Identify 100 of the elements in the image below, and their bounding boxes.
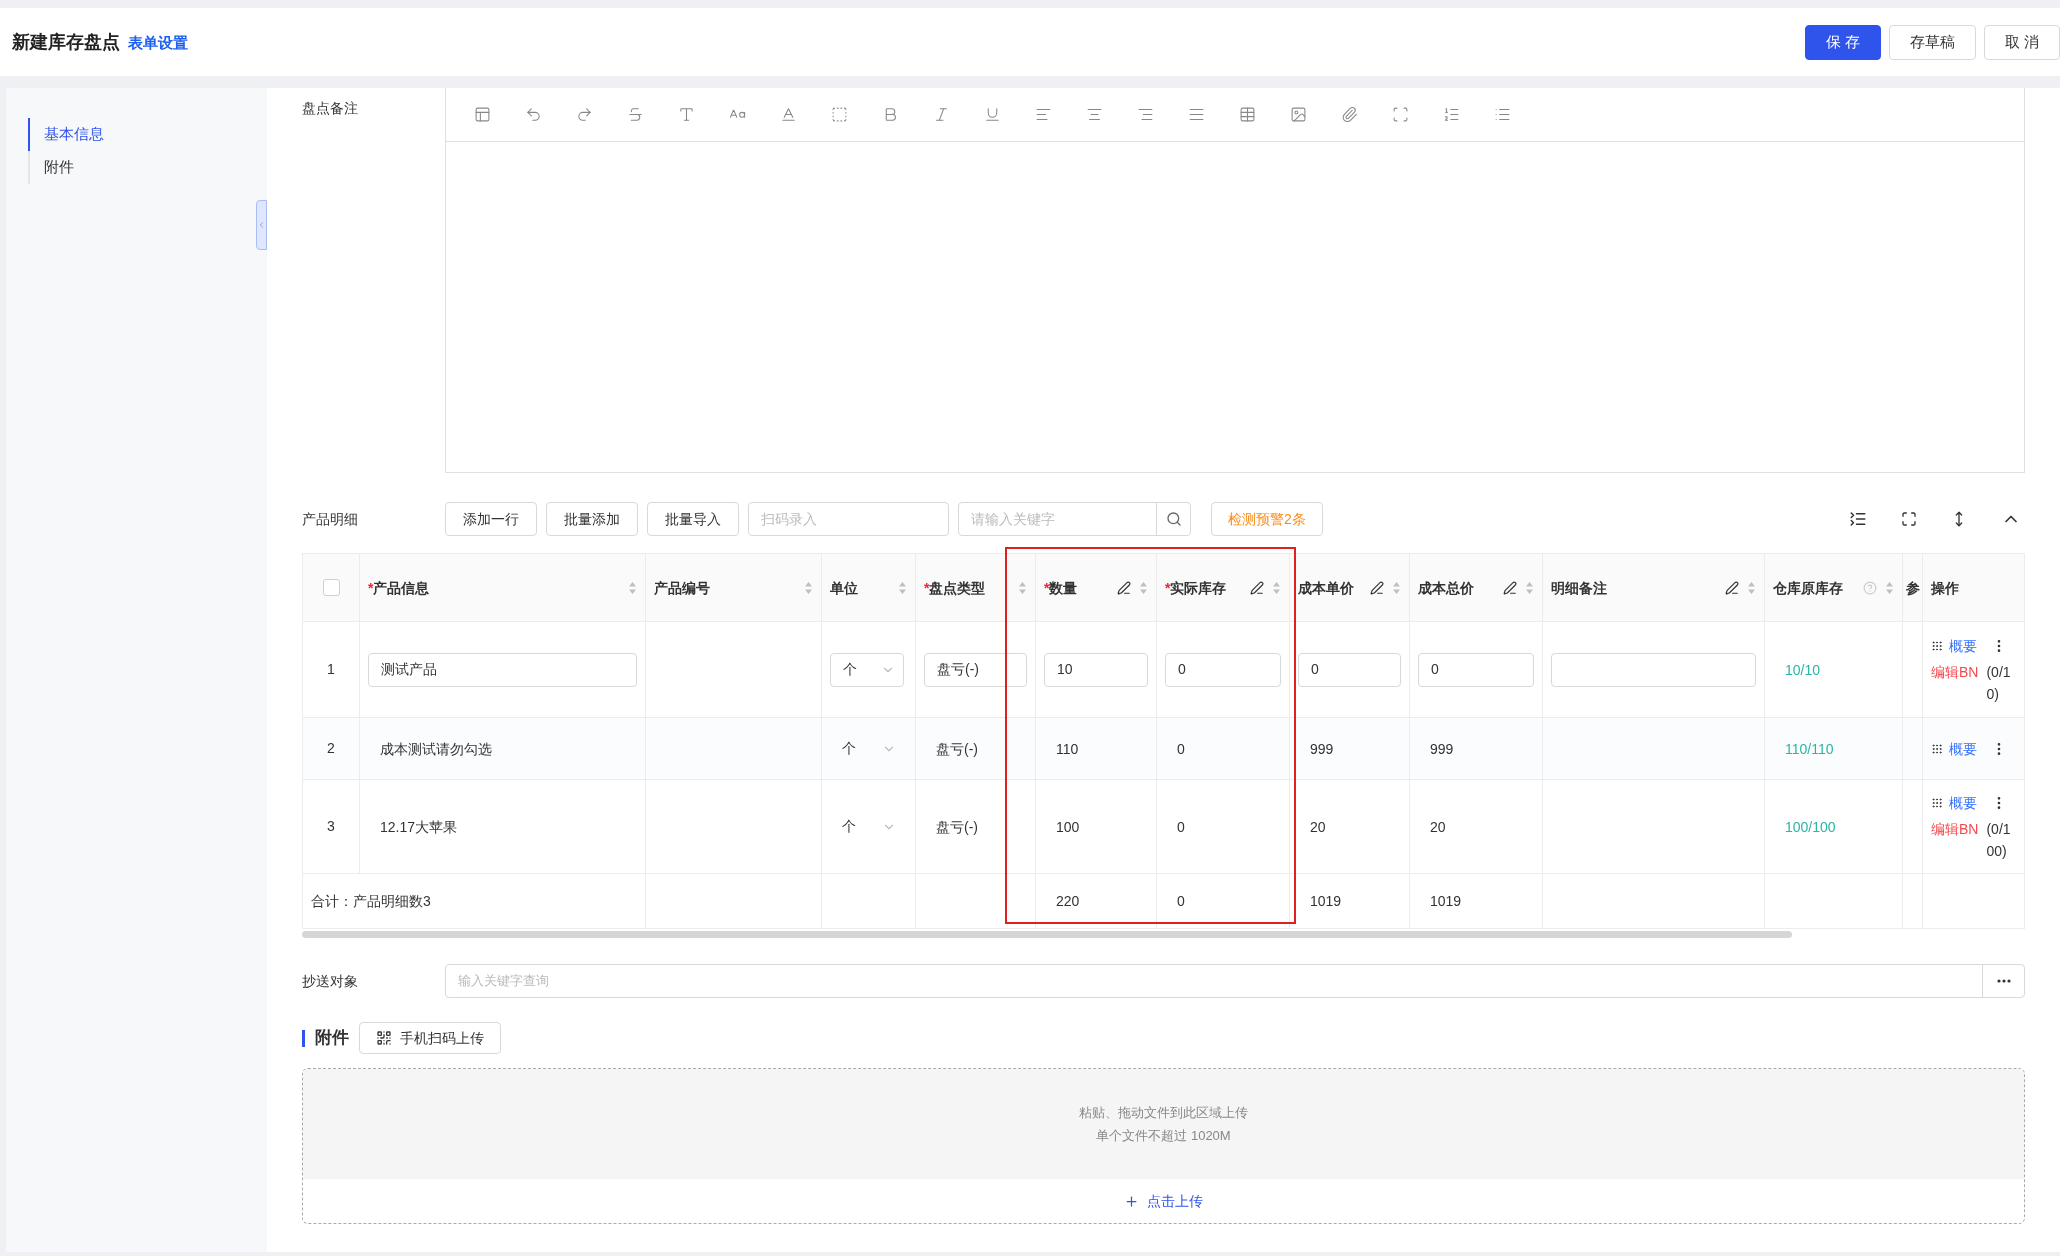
column-title: 操作: [1931, 578, 1959, 598]
edit-icon[interactable]: [1370, 580, 1384, 595]
column-title: 参: [1906, 578, 1920, 598]
qr-code-icon: [376, 1030, 392, 1046]
paperclip-icon[interactable]: [1341, 106, 1358, 123]
edit-batch-link[interactable]: 编辑BN: [1931, 660, 1979, 683]
cell-text: 0: [1176, 740, 1186, 757]
edit-icon[interactable]: [1503, 580, 1517, 595]
column-title: 产品编号: [654, 578, 710, 598]
keyword-input[interactable]: 请输入关键字: [959, 503, 1156, 535]
cell-text: 盘亏(-): [935, 818, 979, 835]
required-mark: *: [1044, 578, 1050, 598]
required-mark: *: [924, 578, 930, 598]
italic-icon[interactable]: [933, 106, 950, 123]
column-title: 单位: [830, 578, 858, 598]
unit-select[interactable]: 个: [830, 652, 904, 687]
text-icon[interactable]: [678, 106, 695, 123]
cell-input[interactable]: 测试产品: [368, 652, 637, 687]
cell-text: 20: [1309, 818, 1327, 835]
cell-text: 999: [1429, 740, 1455, 757]
scan-input[interactable]: 扫码录入: [748, 502, 949, 536]
align-left-icon[interactable]: [1035, 106, 1052, 123]
summary-link[interactable]: 概要: [1949, 791, 1977, 814]
upload-link[interactable]: 点击上传: [1124, 1190, 1203, 1212]
header-button[interactable]: 存草稿: [1888, 24, 1976, 60]
keyword-search-field[interactable]: 请输入关键字: [958, 502, 1191, 536]
table-icon[interactable]: [1239, 106, 1256, 123]
layout-icon[interactable]: [474, 106, 491, 123]
toolbar-button[interactable]: 批量导入: [647, 502, 739, 536]
row-number: 3: [302, 779, 360, 874]
header-button[interactable]: 取 消: [1983, 24, 2060, 60]
select-all-checkbox[interactable]: [322, 579, 340, 596]
field-label: 盘点备注: [302, 99, 359, 118]
bullet-list-icon[interactable]: [1494, 106, 1511, 123]
align-justify-icon[interactable]: [1188, 106, 1205, 123]
column-title: 实际库存: [1170, 578, 1227, 598]
summary-link[interactable]: 概要: [1949, 634, 1977, 657]
horizontal-scrollbar[interactable]: [302, 931, 1792, 938]
font-color-icon[interactable]: [780, 106, 797, 123]
image-icon[interactable]: [1290, 106, 1307, 123]
size-limit: 单个文件不超过 1020M: [1096, 1127, 1231, 1145]
column-title: 成本总价: [1418, 578, 1474, 598]
more-icon[interactable]: [1996, 979, 2011, 983]
toolbar-button[interactable]: 批量添加: [546, 502, 638, 536]
toolbar-button[interactable]: 添加一行: [445, 502, 537, 536]
cell-input[interactable]: 10: [1044, 652, 1148, 687]
form-settings-link[interactable]: 表单设置: [128, 31, 188, 54]
page-title: 新建库存盘点: [12, 30, 120, 54]
header-button[interactable]: 保 存: [1804, 24, 1881, 60]
column-title: 数量: [1049, 578, 1078, 598]
field-label: 抄送对象: [302, 971, 359, 991]
summary-link[interactable]: 概要: [1949, 737, 1977, 760]
required-mark: *: [1165, 578, 1171, 598]
cell-input[interactable]: 0: [1165, 652, 1281, 687]
undo-icon[interactable]: [525, 106, 542, 123]
edit-icon[interactable]: [1725, 580, 1739, 595]
cell-input[interactable]: 盘亏(-): [924, 652, 1027, 687]
edit-batch-link[interactable]: 编辑BN: [1931, 817, 1979, 840]
stock-value: 110/110: [1784, 740, 1835, 757]
fullscreen-icon[interactable]: [1901, 511, 1917, 527]
upload-dropzone[interactable]: 粘贴、拖动文件到此区域上传 单个文件不超过 1020M 点击上传: [302, 1068, 2025, 1224]
batch-count: (0/10): [1986, 662, 2012, 704]
drag-handle-icon: [1931, 639, 1943, 652]
unit-select[interactable]: 个: [830, 809, 904, 844]
cell-text: 12.17大苹果: [379, 818, 459, 835]
underline-icon[interactable]: [984, 106, 1001, 123]
unit-select[interactable]: 个: [830, 731, 904, 766]
cell-text: 100: [1055, 818, 1081, 835]
row-number: 2: [302, 717, 360, 780]
batch-count: (0/100): [1986, 819, 2012, 861]
ordered-list-icon[interactable]: [1443, 106, 1460, 123]
qr-upload-button[interactable]: 手机扫码上传: [359, 1022, 501, 1054]
column-title: 盘点类型: [929, 578, 986, 598]
row-number: 1: [302, 621, 360, 718]
column-title: 明细备注: [1551, 578, 1607, 598]
collapse-handle[interactable]: [256, 200, 267, 250]
cell-input[interactable]: [1551, 652, 1756, 687]
row-height-icon[interactable]: [1849, 510, 1867, 528]
totals-label: 合计：产品明细数3: [311, 893, 431, 909]
edit-icon[interactable]: [1117, 580, 1131, 595]
cell-input[interactable]: 0: [1418, 652, 1534, 687]
strikethrough-icon[interactable]: [627, 106, 644, 123]
edit-icon[interactable]: [1250, 580, 1264, 595]
cell-text: 盘亏(-): [935, 740, 979, 757]
column-title: 成本单价: [1298, 578, 1354, 598]
cell-text: 20: [1429, 818, 1447, 835]
align-right-icon[interactable]: [1137, 106, 1154, 123]
cell-input[interactable]: 0: [1298, 652, 1401, 687]
search-icon: [1165, 511, 1182, 527]
required-mark: *: [368, 578, 374, 598]
section-title: 附件: [315, 1027, 349, 1050]
redo-icon[interactable]: [576, 106, 593, 123]
cell-text: 1019: [1429, 893, 1463, 909]
sidebar-item[interactable]: 附件: [28, 151, 267, 184]
align-center-icon[interactable]: [1086, 106, 1103, 123]
stock-value: 10/10: [1784, 661, 1822, 678]
cell-text: 成本测试请勿勾选: [379, 740, 493, 757]
plus-icon: [1124, 1193, 1139, 1209]
column-title: 仓库原库存: [1773, 578, 1843, 598]
cell-text: 110: [1055, 740, 1080, 757]
